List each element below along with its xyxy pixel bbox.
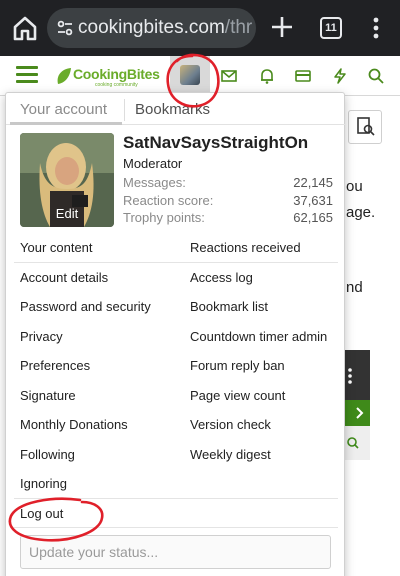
link-account-details[interactable]: Account details [20, 270, 108, 285]
page-search-button[interactable] [348, 110, 382, 144]
stat-value[interactable]: 62,165 [293, 210, 333, 225]
link-password-security[interactable]: Password and security [20, 299, 151, 314]
background-page: ou age. nd [344, 104, 400, 576]
stat-value[interactable]: 22,145 [293, 175, 333, 190]
divider [14, 527, 338, 528]
link-monthly-donations[interactable]: Monthly Donations [20, 417, 128, 432]
link-signature[interactable]: Signature [20, 388, 76, 403]
url-text: cookingbites.com/thr [78, 17, 252, 39]
home-icon[interactable] [10, 13, 40, 43]
username[interactable]: SatNavSaysStraightOn [123, 133, 308, 153]
stat-reaction-score: Reaction score: 37,631 [123, 193, 333, 210]
browser-toolbar: cookingbites.com/thr 11 [0, 0, 400, 56]
status-update-input[interactable] [20, 535, 331, 569]
menu-hamburger-icon[interactable] [16, 66, 38, 84]
background-green-bar[interactable] [344, 400, 370, 426]
link-reactions-received[interactable]: Reactions received [190, 240, 301, 255]
search-icon[interactable] [344, 426, 370, 460]
link-log-out[interactable]: Log out [20, 506, 63, 521]
tab-divider [124, 99, 125, 121]
lightning-bolt-icon[interactable] [331, 67, 349, 85]
divider [14, 498, 338, 499]
site-logo[interactable]: CookingBites cooking community [55, 64, 160, 88]
avatar [180, 65, 200, 85]
stat-value[interactable]: 37,631 [293, 193, 333, 208]
link-countdown-timer-admin[interactable]: Countdown timer admin [190, 329, 327, 344]
user-avatar[interactable]: Edit [20, 133, 114, 227]
link-version-check[interactable]: Version check [190, 417, 271, 432]
user-card: Edit SatNavSaysStraightOn Moderator Mess… [6, 125, 346, 233]
more-vert-icon[interactable] [344, 350, 370, 400]
link-access-log[interactable]: Access log [190, 270, 253, 285]
user-role: Moderator [123, 156, 183, 171]
logo-tagline: cooking community [95, 82, 138, 88]
site-settings-icon[interactable] [56, 19, 74, 37]
tab-bookmarks[interactable]: Bookmarks [135, 101, 210, 118]
background-dark-bar [344, 350, 370, 400]
url-domain: cookingbites.com [78, 17, 225, 38]
divider [14, 262, 338, 263]
tab-switcher-button[interactable]: 11 [320, 17, 342, 39]
link-your-content[interactable]: Your content [20, 240, 93, 255]
stat-messages: Messages: 22,145 [123, 175, 333, 192]
url-path: /thr [224, 17, 253, 38]
logo-text: CookingBites [73, 66, 160, 82]
link-weekly-digest[interactable]: Weekly digest [190, 447, 271, 462]
new-tab-icon[interactable] [268, 13, 296, 41]
stat-trophy-points: Trophy points: 62,165 [123, 210, 333, 227]
link-following[interactable]: Following [20, 447, 75, 462]
link-preferences[interactable]: Preferences [20, 358, 90, 373]
background-gray-bar [344, 426, 370, 460]
screen: cookingbites.com/thr 11 CookingBites coo… [0, 0, 400, 576]
chevron-right-icon [356, 407, 364, 419]
envelope-icon[interactable] [220, 67, 238, 85]
credit-card-icon[interactable] [294, 67, 312, 85]
account-dropdown: Your account Bookmarks Edit SatNavSaysSt… [5, 92, 346, 576]
link-ignoring[interactable]: Ignoring [20, 476, 67, 491]
link-privacy[interactable]: Privacy [20, 329, 63, 344]
search-icon[interactable] [367, 67, 385, 85]
background-text: nd [346, 279, 363, 296]
background-text: ou [346, 178, 363, 195]
link-forum-reply-ban[interactable]: Forum reply ban [190, 358, 285, 373]
background-text: age. [346, 204, 376, 221]
stat-label: Trophy points: [123, 210, 205, 225]
stat-label: Reaction score: [123, 193, 214, 208]
document-search-icon [357, 117, 375, 136]
more-vert-icon[interactable] [368, 14, 384, 42]
tab-your-account[interactable]: Your account [20, 101, 107, 118]
site-header: CookingBites cooking community [0, 56, 400, 96]
link-page-view-count[interactable]: Page view count [190, 388, 285, 403]
bell-icon[interactable] [258, 67, 276, 85]
account-menu-button[interactable] [170, 56, 210, 96]
stat-label: Messages: [123, 175, 186, 190]
logo-leaf-icon [57, 68, 71, 84]
dropdown-tabs: Your account Bookmarks [6, 93, 346, 125]
edit-avatar-label[interactable]: Edit [20, 206, 114, 221]
address-bar[interactable]: cookingbites.com/thr [47, 8, 256, 48]
link-bookmark-list[interactable]: Bookmark list [190, 299, 268, 314]
